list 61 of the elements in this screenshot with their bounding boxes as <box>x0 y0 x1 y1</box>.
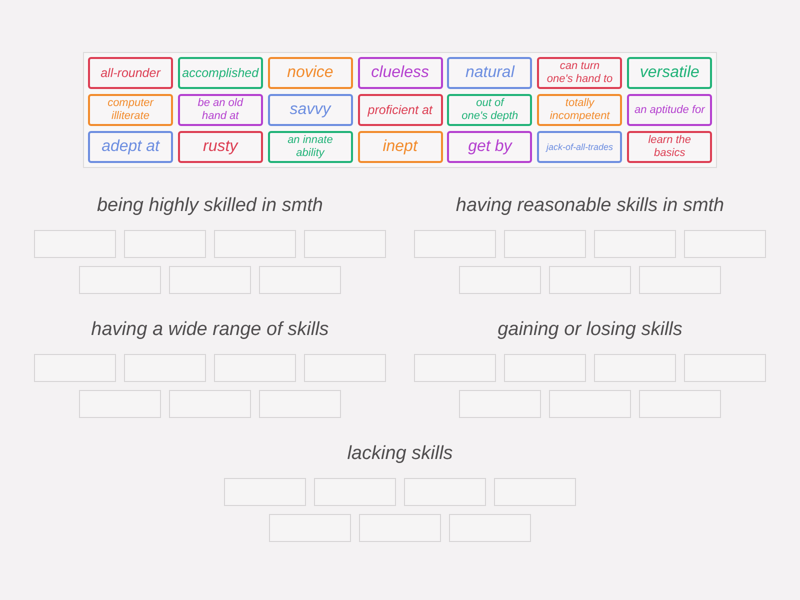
word-tile[interactable]: versatile <box>627 57 712 89</box>
drop-slot[interactable] <box>549 266 631 294</box>
category-heading: having a wide range of skills <box>91 318 329 342</box>
word-tile[interactable]: an innate ability <box>268 131 353 163</box>
category-heading: having reasonable skills in smth <box>456 194 724 218</box>
drop-slot[interactable] <box>34 354 116 382</box>
word-tile[interactable]: be an old hand at <box>178 94 263 126</box>
word-tile[interactable]: learn the basics <box>627 131 712 163</box>
drop-slot[interactable] <box>449 514 531 542</box>
drop-slot[interactable] <box>459 266 541 294</box>
drop-slot[interactable] <box>684 230 766 258</box>
word-tile[interactable]: computer illiterate <box>88 94 173 126</box>
category-heading: lacking skills <box>347 442 453 466</box>
drop-slot[interactable] <box>79 266 161 294</box>
drop-slot[interactable] <box>594 230 676 258</box>
drop-slot[interactable] <box>124 354 206 382</box>
drop-slot[interactable] <box>459 390 541 418</box>
drop-slot[interactable] <box>359 514 441 542</box>
drop-slot[interactable] <box>269 514 351 542</box>
drop-slot[interactable] <box>549 390 631 418</box>
word-tile[interactable]: inept <box>358 131 443 163</box>
word-tile[interactable]: adept at <box>88 131 173 163</box>
word-tile[interactable]: out of one's depth <box>447 94 532 126</box>
drop-slot[interactable] <box>504 354 586 382</box>
drop-slot[interactable] <box>224 478 306 506</box>
word-tile[interactable]: an aptitude for <box>627 94 712 126</box>
drop-slot[interactable] <box>259 390 341 418</box>
drop-slot[interactable] <box>684 354 766 382</box>
drop-slot[interactable] <box>494 478 576 506</box>
drop-slot[interactable] <box>124 230 206 258</box>
drop-slot[interactable] <box>259 266 341 294</box>
word-tile[interactable]: proficient at <box>358 94 443 126</box>
drop-slot[interactable] <box>414 230 496 258</box>
drop-slot[interactable] <box>304 230 386 258</box>
word-tile[interactable]: savvy <box>268 94 353 126</box>
drop-slot[interactable] <box>34 230 116 258</box>
drop-slot[interactable] <box>404 478 486 506</box>
word-tile[interactable]: clueless <box>358 57 443 89</box>
drop-slot[interactable] <box>169 390 251 418</box>
word-tile[interactable]: natural <box>447 57 532 89</box>
category-heading: being highly skilled in smth <box>96 194 323 218</box>
drop-slot[interactable] <box>79 390 161 418</box>
word-tile[interactable]: get by <box>447 131 532 163</box>
drop-slot[interactable] <box>594 354 676 382</box>
word-tile[interactable]: novice <box>268 57 353 89</box>
word-tile[interactable]: accomplished <box>178 57 263 89</box>
drop-slot[interactable] <box>639 390 721 418</box>
drop-slot[interactable] <box>304 354 386 382</box>
word-tile[interactable]: totally incompetent <box>537 94 622 126</box>
drop-slot[interactable] <box>169 266 251 294</box>
word-tile[interactable]: jack-of-all-trades <box>537 131 622 163</box>
drop-slot[interactable] <box>414 354 496 382</box>
drop-slot[interactable] <box>639 266 721 294</box>
word-tile[interactable]: all-rounder <box>88 57 173 89</box>
drop-slot[interactable] <box>214 354 296 382</box>
drop-slot[interactable] <box>214 230 296 258</box>
word-tile[interactable]: rusty <box>178 131 263 163</box>
drop-slot[interactable] <box>314 478 396 506</box>
category-heading: gaining or losing skills <box>498 318 682 342</box>
word-tile[interactable]: can turn one's hand to <box>537 57 622 89</box>
drop-slot[interactable] <box>504 230 586 258</box>
